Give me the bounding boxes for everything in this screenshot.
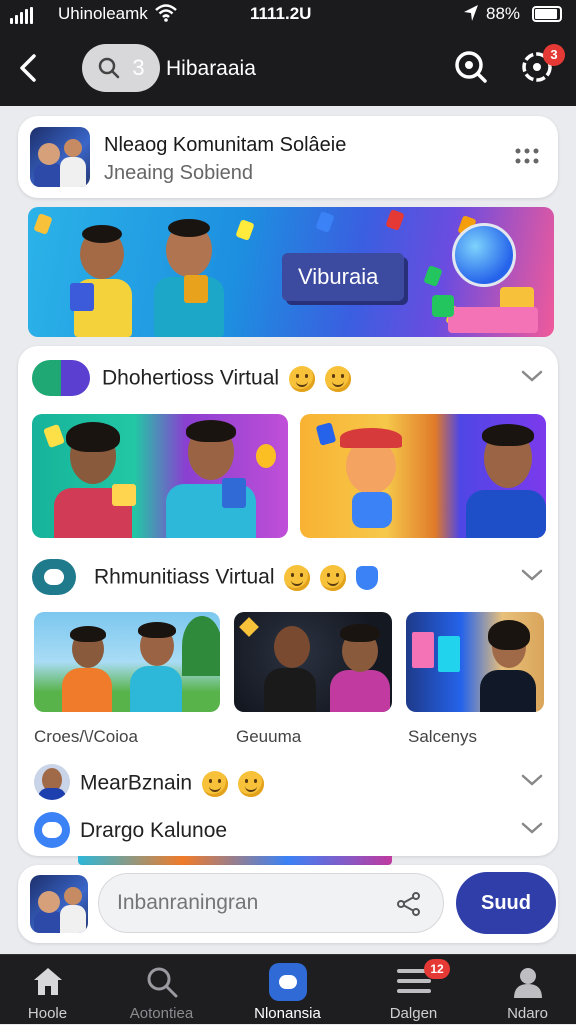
thumbnail-2[interactable]: [234, 612, 392, 712]
home-icon: [33, 968, 62, 995]
send-button[interactable]: Suud: [456, 872, 556, 934]
chevron-down-icon[interactable]: [520, 368, 544, 384]
wifi-icon: [155, 4, 177, 22]
scroll-preview-strip: [78, 856, 392, 865]
tab-label: Nlonansia: [254, 1005, 321, 1022]
bottom-tab-bar: Hoole Aotontiea Nlonansia Dalgen 12 Ndar…: [0, 954, 576, 1024]
avatar: [34, 764, 70, 800]
post-image-1[interactable]: [32, 414, 288, 538]
community-banner[interactable]: Viburaia: [28, 207, 554, 337]
page-title: Hibaraaia: [166, 57, 256, 80]
tab-profile[interactable]: Ndaro: [470, 955, 576, 1025]
tab-label: Hoole: [27, 1005, 68, 1022]
thumbnail-label: Salcenys: [408, 727, 477, 746]
community-icon: [268, 963, 307, 1001]
user-avatar: [30, 875, 88, 933]
smile-emoji-icon: [201, 771, 228, 797]
search-icon: [99, 57, 120, 79]
grin-emoji-icon: [237, 771, 264, 797]
tab-search[interactable]: Aotontiea: [104, 955, 219, 1025]
list-item[interactable]: Drargo Kalunoe: [18, 808, 558, 854]
community-subtitle: Jneaing Sobiend: [104, 162, 254, 184]
message-composer: Suud: [18, 865, 558, 943]
grin-emoji-icon: [324, 366, 351, 392]
smile-emoji-icon: [288, 366, 315, 392]
message-input[interactable]: [98, 873, 444, 933]
community-icon: [34, 812, 70, 848]
more-options-icon[interactable]: [514, 147, 540, 165]
tab-label: Ndaro: [507, 1005, 548, 1022]
tab-badge: 12: [424, 959, 450, 979]
community-group-icon: [32, 360, 90, 396]
shield-icon: [356, 566, 379, 590]
battery-icon: [532, 6, 562, 22]
thumbnail-3[interactable]: [406, 612, 544, 712]
section-title: Dhohertioss Virtual: [102, 366, 280, 390]
banner-label: Viburaia: [282, 253, 404, 301]
post-image-2[interactable]: [300, 414, 546, 538]
location-arrow-icon: [464, 5, 478, 21]
list-item-title: MearBznain: [80, 771, 193, 795]
tab-label: Aotontiea: [129, 1005, 194, 1022]
tab-home[interactable]: Hoole: [0, 955, 105, 1025]
list-item-title: Drargo Kalunoe: [80, 819, 228, 842]
list-item[interactable]: MearBznain: [18, 760, 558, 806]
section-title-row: Rhmunitiass Virtual: [94, 565, 379, 591]
status-bar: Uhinoleamk 1111.2U 88%: [0, 0, 576, 30]
tab-list[interactable]: Dalgen: [356, 955, 471, 1025]
search-button[interactable]: 3: [82, 44, 160, 92]
carrier-name: Uhinoleamk: [58, 4, 148, 23]
chevron-down-icon[interactable]: [520, 567, 544, 583]
thumbnail-1[interactable]: [34, 612, 220, 712]
signal-icon: [10, 7, 33, 24]
community-avatar: [30, 127, 90, 187]
thumbnail-label: Croes/\/Coioa: [34, 727, 138, 746]
section-title-row: Dhohertioss Virtual: [102, 366, 351, 392]
community-chat-icon: [32, 559, 76, 595]
search-icon: [147, 967, 177, 998]
chevron-down-icon[interactable]: [520, 772, 544, 788]
search-icon[interactable]: [452, 48, 490, 86]
profile-icon: [513, 968, 542, 998]
row-title-wrap: MearBznain: [80, 771, 264, 797]
battery-percent: 88%: [486, 4, 521, 23]
share-icon[interactable]: [396, 891, 422, 917]
laugh-emoji-icon: [284, 565, 311, 591]
tab-label: Dalgen: [389, 1005, 438, 1022]
section-title: Rhmunitiass Virtual: [94, 565, 275, 589]
search-count: 3: [132, 55, 145, 80]
chevron-down-icon[interactable]: [520, 820, 544, 836]
back-arrow-icon[interactable]: [12, 50, 44, 86]
wink-emoji-icon: [320, 565, 347, 591]
tab-community[interactable]: Nlonansia: [230, 955, 345, 1025]
top-app-bar: 3 Hibaraaia 3: [0, 30, 576, 106]
section-header-1[interactable]: Dhohertioss Virtual: [18, 356, 558, 400]
clock: 1111.2U: [250, 4, 312, 23]
community-header-card[interactable]: Nleaog Komunitam Solâeie Jneaing Sobiend: [18, 116, 558, 198]
thumbnail-label: Geuuma: [236, 727, 302, 746]
community-name: Nleaog Komunitam Solâeie: [104, 134, 347, 156]
section-header-2[interactable]: Rhmunitiass Virtual: [18, 555, 558, 599]
notification-badge: 3: [543, 44, 565, 66]
